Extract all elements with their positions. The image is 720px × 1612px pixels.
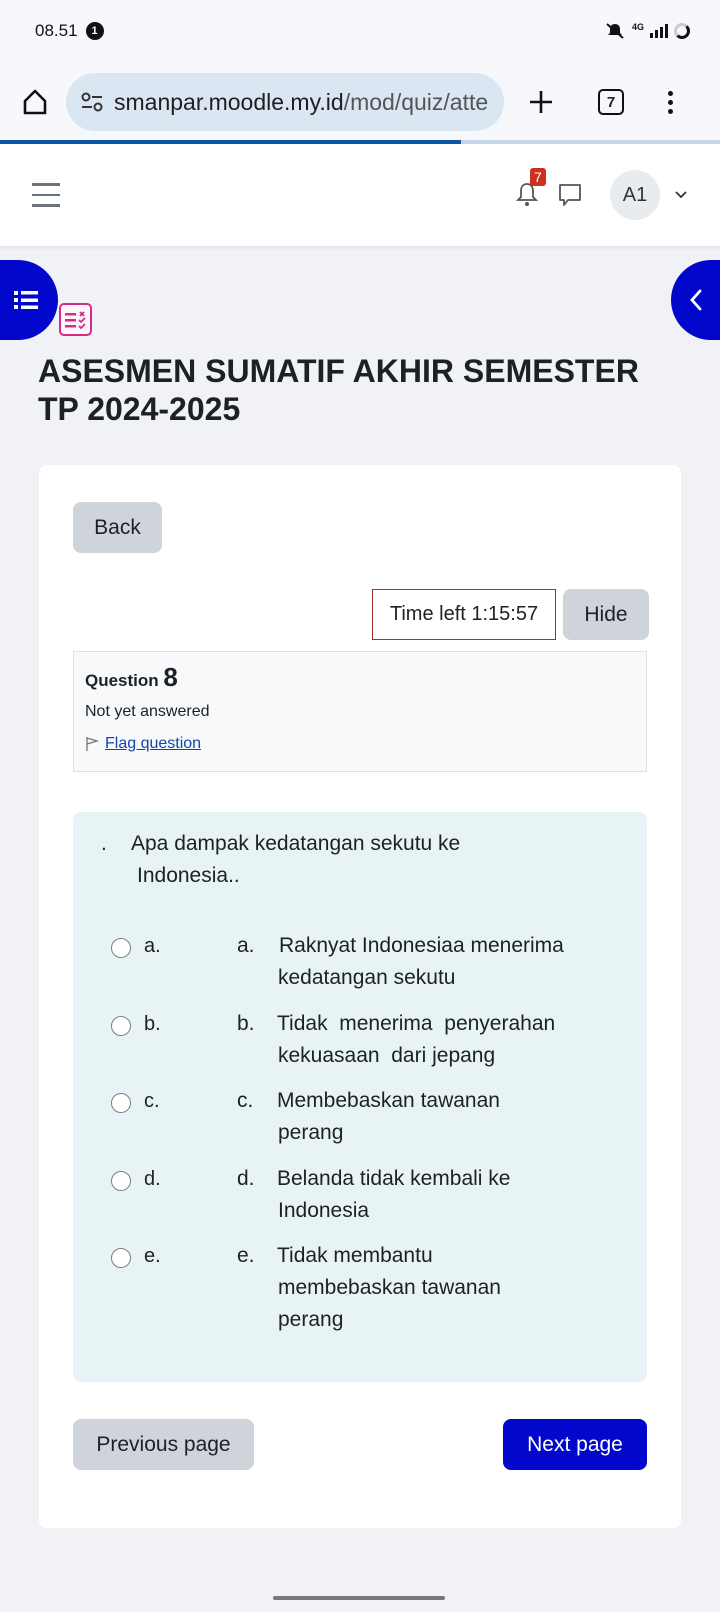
- radio-b[interactable]: [111, 1016, 131, 1036]
- course-index-toggle[interactable]: [0, 260, 58, 340]
- signal-icon: [650, 24, 668, 38]
- answer-option-d-cont: Indonesia: [278, 1195, 369, 1227]
- answer-text-line1: Membebaskan tawanan: [277, 1089, 500, 1112]
- hide-timer-button[interactable]: Hide: [563, 589, 649, 640]
- user-avatar[interactable]: A1: [610, 170, 660, 220]
- answer-letter: d.: [144, 1168, 161, 1190]
- radio-a[interactable]: [111, 938, 131, 958]
- question-prefix: .: [101, 832, 107, 855]
- chevron-down-icon[interactable]: [674, 190, 688, 200]
- block-drawer-toggle[interactable]: [671, 260, 720, 340]
- answer-letter: c.: [144, 1090, 160, 1112]
- status-time: 08.51 1: [35, 21, 104, 41]
- moodle-navbar: 7 A1: [0, 144, 720, 246]
- gesture-home-indicator[interactable]: [273, 1596, 445, 1600]
- url-text[interactable]: smanpar.moodle.my.id/mod/quiz/atte: [114, 89, 488, 116]
- previous-page-button[interactable]: Previous page: [73, 1419, 254, 1470]
- answer-letter: b.: [144, 1013, 161, 1035]
- chevron-left-icon: [690, 289, 702, 311]
- url-path: /mod/quiz/atte: [343, 88, 489, 115]
- answer-text-line1: Belanda tidak kembali ke: [277, 1167, 511, 1190]
- answer-option-e-cont: membebaskan tawanan perang: [278, 1272, 548, 1336]
- timer-row: Time left 1:15:57 Hide: [372, 589, 649, 640]
- answer-option-a-cont: kedatangan sekutu: [278, 962, 455, 994]
- list-icon: [14, 291, 38, 309]
- new-tab-icon[interactable]: [528, 89, 554, 115]
- notification-count-icon: 1: [85, 22, 104, 40]
- question-content: . Apa dampak kedatangan sekutu ke Indones…: [73, 812, 647, 1382]
- status-bar: 08.51 1 4G: [0, 0, 720, 62]
- tab-switcher-button[interactable]: 7: [598, 89, 624, 115]
- question-text-line1: Apa dampak kedatangan sekutu ke: [131, 832, 461, 855]
- question-info: Question 8 Not yet answered Flag questio…: [73, 651, 647, 772]
- answer-text-rest: kekuasaan dari jepang: [278, 1044, 496, 1067]
- answer-letter: a.: [144, 935, 161, 957]
- question-number: Question 8: [85, 662, 635, 693]
- clock: 08.51: [35, 21, 78, 40]
- question-number-value: 8: [163, 662, 178, 692]
- question-text-line2: Indonesia..: [137, 864, 240, 887]
- answer-text-rest: membebaskan tawanan perang: [278, 1276, 501, 1331]
- mute-vibrate-icon: [606, 23, 624, 39]
- quiz-card: Back Time left 1:15:57 Hide Question 8 N…: [39, 465, 681, 1528]
- answer-prefix: d.: [237, 1167, 255, 1190]
- radio-d[interactable]: [111, 1171, 131, 1191]
- answer-prefix: a.: [237, 934, 255, 957]
- question-text: . Apa dampak kedatangan sekutu ke Indones…: [101, 828, 531, 892]
- notification-badge: 7: [530, 168, 546, 186]
- answer-text-line1: Tidak membantu: [277, 1244, 433, 1267]
- notifications-button[interactable]: 7: [515, 168, 546, 210]
- browser-menu-icon[interactable]: [668, 90, 673, 114]
- radio-e[interactable]: [111, 1248, 131, 1268]
- network-type: 4G: [631, 22, 644, 32]
- answer-option-e[interactable]: e. e. Tidak membantu: [111, 1240, 597, 1272]
- browser-toolbar: smanpar.moodle.my.id/mod/quiz/atte 7: [0, 62, 720, 142]
- answer-text-line1: Tidak menerima penyerahan: [277, 1012, 556, 1035]
- question-state: Not yet answered: [85, 703, 210, 720]
- answer-letter: e.: [144, 1245, 161, 1267]
- flag-icon: [86, 737, 99, 751]
- answer-option-b[interactable]: b. b. Tidak menerima penyerahan: [111, 1008, 597, 1040]
- answer-option-c-cont: perang: [278, 1117, 343, 1149]
- flag-question[interactable]: Flag question: [85, 735, 635, 753]
- next-page-button[interactable]: Next page: [503, 1419, 647, 1470]
- answer-option-c[interactable]: c. c. Membebaskan tawanan: [111, 1085, 597, 1117]
- answer-text-rest: kedatangan sekutu: [278, 966, 456, 989]
- answer-text-rest: Indonesia: [278, 1199, 370, 1222]
- answer-prefix: e.: [237, 1244, 255, 1267]
- home-button[interactable]: [18, 85, 52, 119]
- answer-text-rest: perang: [278, 1121, 344, 1144]
- answer-option-a[interactable]: a. a. Raknyat Indonesiaa menerima: [111, 930, 597, 962]
- home-icon: [23, 89, 47, 115]
- answer-text-line1: Raknyat Indonesiaa menerima: [279, 934, 564, 957]
- site-settings-icon: [81, 92, 103, 112]
- quiz-timer: Time left 1:15:57: [372, 589, 556, 640]
- status-icons: 4G: [604, 22, 690, 40]
- url-domain: smanpar.moodle.my.id: [114, 88, 344, 115]
- answer-option-d[interactable]: d. d. Belanda tidak kembali ke: [111, 1163, 597, 1195]
- flag-question-link[interactable]: Flag question: [105, 735, 201, 753]
- page-title: ASESMEN SUMATIF AKHIR SEMESTER TP 2024-2…: [38, 353, 639, 427]
- answer-prefix: c.: [237, 1089, 254, 1112]
- question-label: Question: [85, 671, 159, 690]
- quiz-activity-icon: [59, 303, 92, 336]
- back-button[interactable]: Back: [73, 502, 162, 553]
- answer-option-b-cont: kekuasaan dari jepang: [278, 1040, 495, 1072]
- main-menu-icon[interactable]: [32, 183, 60, 207]
- address-bar[interactable]: smanpar.moodle.my.id/mod/quiz/atte: [66, 73, 504, 131]
- battery-icon: [674, 23, 690, 39]
- answer-prefix: b.: [237, 1012, 255, 1035]
- radio-c[interactable]: [111, 1093, 131, 1113]
- messages-icon[interactable]: [558, 183, 582, 207]
